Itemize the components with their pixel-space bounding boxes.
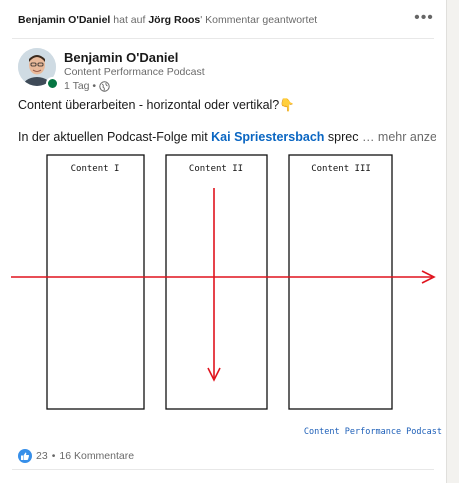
context-action: ' Kommentar geantwortet (200, 14, 318, 26)
column-3-label: Content III (311, 164, 371, 174)
post-body-text-end: sprec (324, 130, 359, 144)
author-name[interactable]: Benjamin O'Daniel (64, 50, 178, 65)
column-3-box (288, 154, 393, 410)
context-middle: hat auf (113, 14, 146, 26)
reaction-count[interactable]: 23 (36, 450, 48, 462)
globe-icon (99, 80, 110, 92)
post-time: 1 Tag • (64, 80, 97, 92)
more-options-icon[interactable]: ••• (412, 8, 436, 28)
post-body-text: In der aktuellen Podcast-Folge mit (18, 130, 212, 144)
online-status-dot (46, 77, 59, 90)
author-headline: Content Performance Podcast (64, 66, 205, 78)
divider (12, 38, 434, 39)
see-more-button[interactable]: … mehr anzeigen (362, 130, 436, 144)
separator-dot: • (51, 450, 56, 462)
column-1-label: Content I (71, 164, 120, 174)
feed-post-card: Benjamin O'Daniel hat auf Jörg Roos' Kom… (0, 0, 447, 483)
social-counts: 23 • 16 Kommentare (18, 449, 134, 463)
column-1-box (46, 154, 145, 410)
mention-link[interactable]: Kai Spriestersbach (211, 130, 324, 144)
comment-count[interactable]: 16 Kommentare (59, 450, 134, 462)
column-2-label: Content II (189, 164, 243, 174)
context-target[interactable]: Jörg Roos (148, 14, 200, 26)
post-context-bar: Benjamin O'Daniel hat auf Jörg Roos' Kom… (18, 14, 406, 26)
image-watermark: Content Performance Podcast (304, 427, 442, 437)
post-image[interactable]: Content I Content II Content III Content… (0, 150, 446, 440)
column-2-box (165, 154, 268, 410)
context-actor[interactable]: Benjamin O'Daniel (18, 14, 110, 26)
like-icon (18, 449, 32, 463)
post-title: Content überarbeiten - horizontal oder v… (18, 98, 295, 112)
post-body: In der aktuellen Podcast-Folge mit Kai S… (18, 130, 436, 144)
divider (12, 469, 434, 470)
post-meta: 1 Tag • (64, 80, 110, 92)
